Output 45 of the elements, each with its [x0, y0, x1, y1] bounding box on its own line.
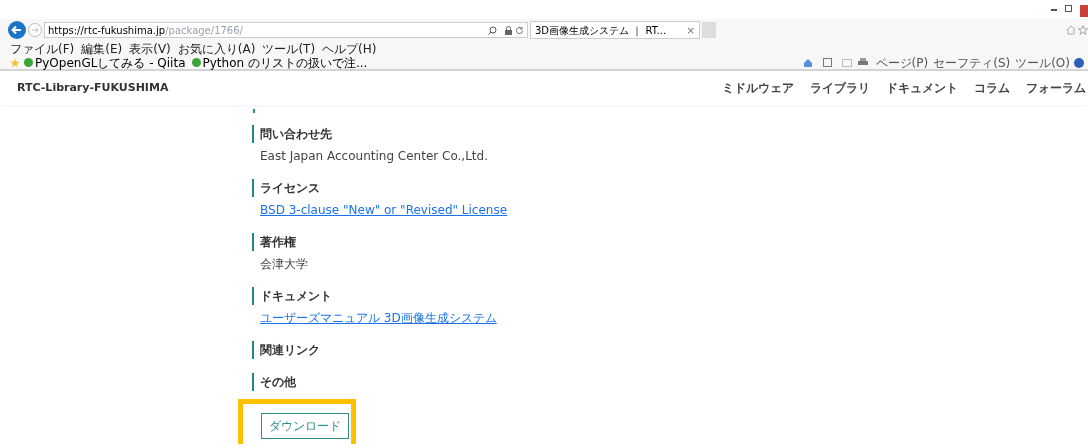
back-icon[interactable]	[8, 21, 26, 39]
command-menu[interactable]: ページ(P)	[875, 53, 929, 72]
nav-link[interactable]: ライブラリ	[810, 79, 870, 97]
section-heading: ライセンス	[252, 179, 320, 197]
menu-item[interactable]: 表示(V)	[129, 39, 171, 58]
menu-item[interactable]: お気に入り(A)	[177, 39, 256, 58]
section-text: 会津大学	[260, 256, 308, 273]
menu-item[interactable]: 編集(E)	[81, 39, 123, 58]
lock-icon	[505, 25, 512, 35]
favorites-star-icon[interactable]	[10, 57, 20, 68]
close-icon[interactable]: ×	[686, 22, 695, 38]
address-field[interactable]: https://rtc-fukushima.jp/package/1766/	[44, 22, 528, 38]
command-menu[interactable]: ツール(O)	[1015, 53, 1070, 72]
section-heading: 問い合わせ先	[252, 125, 332, 143]
section-link[interactable]: ユーザーズマニュアル 3D画像生成システム	[260, 309, 497, 327]
page-icon	[191, 58, 201, 67]
search-icon[interactable]	[488, 25, 497, 35]
section-heading: その他	[252, 373, 296, 391]
section-heading: 関連リンク	[252, 341, 320, 359]
refresh-icon[interactable]	[515, 25, 524, 35]
home-icon[interactable]	[1066, 25, 1076, 35]
help-icon[interactable]	[1074, 57, 1084, 68]
forward-icon[interactable]	[28, 23, 42, 37]
section-link[interactable]: BSD 3-clause "New" or "Revised" License	[260, 201, 508, 219]
page-icon	[24, 58, 33, 67]
menu-item[interactable]: ツール(T)	[262, 39, 316, 58]
section-heading: 著作権	[252, 233, 296, 251]
nav-link[interactable]: コラム	[974, 79, 1010, 97]
browser-tab[interactable]: 3D画像生成システム ｜ RT... ×	[530, 21, 700, 39]
star-icon[interactable]	[1078, 25, 1088, 35]
site-title[interactable]: RTC-Library-FUKUSHIMA	[17, 79, 169, 97]
nav-link[interactable]: フォーラム	[1026, 79, 1086, 97]
menu-item[interactable]: ヘルプ(H)	[322, 39, 377, 58]
url-text: https://rtc-fukushima.jp/package/1766/	[48, 23, 243, 38]
download-button[interactable]: ダウンロード	[261, 413, 349, 439]
section-heading: ドキュメント	[252, 287, 332, 305]
printer-icon[interactable]	[857, 58, 868, 67]
nav-link[interactable]: ミドルウェア	[722, 79, 794, 97]
menu-item[interactable]: ファイル(F)	[10, 39, 75, 58]
section-marker	[253, 109, 255, 113]
nav-link[interactable]: ドキュメント	[886, 79, 958, 97]
command-menu[interactable]: セーフティ(S)	[933, 53, 1011, 72]
section-text: East Japan Accounting Center Co.,Ltd.	[260, 148, 488, 165]
restore-icon[interactable]	[1065, 5, 1072, 12]
mail-icon[interactable]	[841, 58, 852, 67]
